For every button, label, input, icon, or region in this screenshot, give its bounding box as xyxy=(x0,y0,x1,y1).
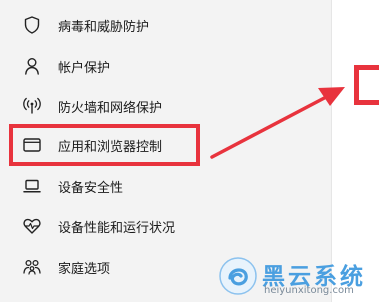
laptop-icon xyxy=(20,174,44,198)
nav-item-label: 设备性能和运行状况 xyxy=(58,220,176,236)
family-icon xyxy=(20,255,44,279)
heart-pulse-icon xyxy=(20,214,44,238)
nav-item-label: 应用和浏览器控制 xyxy=(58,139,163,155)
nav-item-label: 防火墙和网络保护 xyxy=(58,100,163,116)
target-highlight-box xyxy=(354,65,379,105)
watermark-url: heiyunxitong.com xyxy=(264,285,354,296)
nav-item-label: 家庭选项 xyxy=(58,261,111,277)
nav-item-device-security[interactable]: 设备安全性 xyxy=(0,166,331,206)
swirl-logo-icon xyxy=(219,257,257,295)
nav-item-app-browser-control[interactable]: 应用和浏览器控制 xyxy=(0,125,331,165)
nav-item-label: 设备安全性 xyxy=(58,180,124,196)
wireless-antenna-icon xyxy=(20,94,44,118)
nav-item-label: 病毒和威胁防护 xyxy=(58,19,150,35)
watermark: 黑云系统 heiyunxitong.com xyxy=(218,256,379,302)
nav-item-firewall[interactable]: 防火墙和网络保护 xyxy=(0,86,331,126)
nav-item-label: 帐户保护 xyxy=(58,60,111,76)
person-icon xyxy=(20,54,44,78)
nav-item-device-performance[interactable]: 设备性能和运行状况 xyxy=(0,206,331,246)
shield-icon xyxy=(20,13,44,37)
app-window-icon xyxy=(20,133,44,157)
nav-item-account-protection[interactable]: 帐户保护 xyxy=(0,46,331,86)
nav-item-virus-protection[interactable]: 病毒和威胁防护 xyxy=(0,5,331,45)
